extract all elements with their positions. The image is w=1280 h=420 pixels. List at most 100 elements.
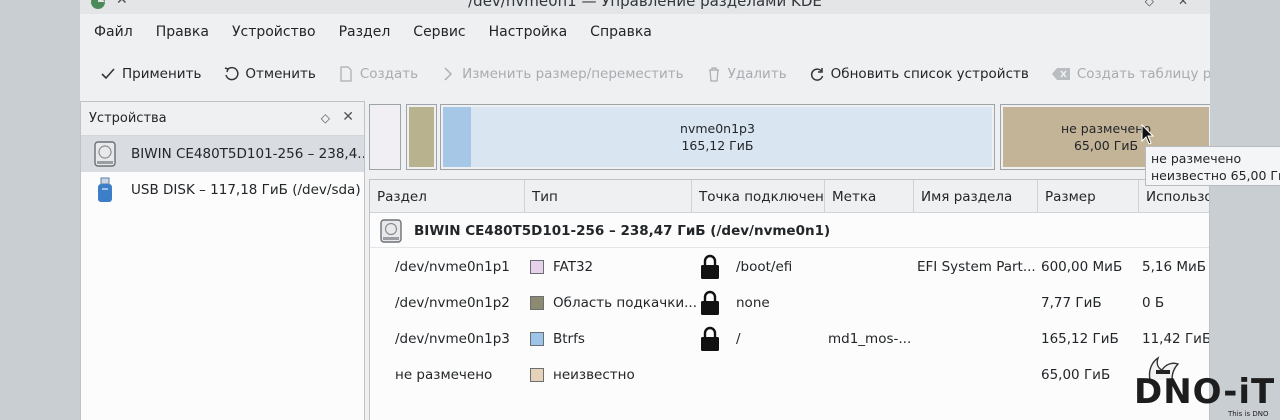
disk-label: BIWIN CE480T5D101-256 – 238,47 ГиБ (/dev… — [414, 222, 831, 239]
partition-type: Btrfs — [530, 321, 585, 357]
partition-type-label: неизвестно — [553, 367, 635, 383]
column-header-partition[interactable]: Раздел — [370, 180, 525, 213]
tooltip-line-1: не размечено — [1151, 151, 1242, 166]
device-item-biwin[interactable]: BIWIN CE480T5D101-256 – 238,4... — [81, 136, 364, 172]
partition-block-size: 65,00 ГиБ — [1073, 138, 1139, 153]
partition-name — [917, 321, 1035, 357]
refresh-icon — [810, 68, 823, 81]
watermark-logo: DNO-iT This is DNO — [1128, 352, 1278, 420]
delete-button[interactable]: Удалить — [706, 66, 787, 82]
resize-move-button[interactable]: Изменить размер/переместить — [440, 66, 684, 82]
partition-size: 165,12 ГиБ — [1041, 331, 1119, 347]
table-row[interactable]: /dev/nvme0n1p2 Область подкачки... none … — [370, 285, 1209, 321]
close-panel-icon[interactable]: ✕ — [342, 109, 354, 125]
disk-row[interactable]: BIWIN CE480T5D101-256 – 238,47 ГиБ (/dev… — [370, 214, 1209, 248]
trash-icon — [708, 67, 719, 82]
partition-used-fill — [443, 107, 471, 167]
tooltip-line-2: неизвестно 65,00 ГиБ — [1151, 168, 1280, 183]
clear-table-icon — [1051, 68, 1070, 80]
partition-block-size: 165,12 ГиБ — [681, 138, 754, 153]
apply-button[interactable]: Применить — [100, 66, 201, 82]
table-row[interactable]: /dev/nvme0n1p3 Btrfs / md1_mos-... 165,1… — [370, 321, 1209, 357]
partition-type-label: Btrfs — [553, 331, 585, 347]
partition-size: 600,00 МиБ — [1041, 259, 1123, 275]
menu-edit[interactable]: Правка — [156, 24, 209, 40]
refresh-devices-label: Обновить список устройств — [830, 66, 1029, 82]
partition-path: /dev/nvme0n1p3 — [395, 331, 510, 347]
toolbar: Применить Отменить Создать Изменить разм… — [80, 58, 1210, 90]
partition-size: 7,77 ГиБ — [1041, 295, 1102, 311]
delete-label: Удалить — [727, 66, 787, 82]
partition-type: FAT32 — [530, 249, 593, 285]
partition-used: 0 Б — [1142, 295, 1165, 311]
partition-type-label: Область подкачки... — [553, 295, 698, 311]
table-row[interactable]: /dev/nvme0n1p1 FAT32 /boot/efi EFI Syste… — [370, 249, 1209, 285]
fs-color-swatch — [530, 368, 544, 382]
table-header: Раздел Тип Точка подключения Метка Имя р… — [370, 180, 1209, 213]
undo-button[interactable]: Отменить — [223, 66, 316, 82]
partition-name — [917, 285, 1035, 321]
partition-table: Раздел Тип Точка подключения Метка Имя р… — [369, 179, 1210, 420]
partition-block-efi[interactable] — [369, 104, 401, 170]
fs-color-swatch — [530, 260, 544, 274]
menu-settings[interactable]: Настройка — [489, 24, 568, 40]
table-row[interactable]: не размечено неизвестно 65,00 ГиБ — [370, 357, 1209, 393]
partition-path: не размечено — [395, 367, 493, 383]
menu-device[interactable]: Устройство — [232, 24, 316, 40]
partition-block-fill — [372, 107, 398, 167]
partition-manager-window: ✕ /dev/nvme0n1 — Управление разделами KD… — [80, 0, 1210, 420]
create-label: Создать — [359, 66, 419, 82]
partition-size: 65,00 ГиБ — [1041, 367, 1111, 383]
partition-block-name: не размечено — [1060, 121, 1152, 136]
menu-partition[interactable]: Раздел — [339, 24, 391, 40]
float-panel-icon[interactable]: ◇ — [321, 111, 330, 125]
new-document-icon — [340, 66, 352, 82]
partition-block-swap[interactable] — [406, 104, 437, 170]
menu-help[interactable]: Справка — [590, 24, 652, 40]
column-header-type[interactable]: Тип — [525, 180, 692, 213]
partition-graph: nvme0n1p3 165,12 ГиБ не размечено 65,00 … — [369, 104, 1210, 170]
undo-label: Отменить — [245, 66, 316, 82]
partition-path: /dev/nvme0n1p1 — [395, 259, 510, 275]
create-button[interactable]: Создать — [338, 66, 418, 82]
menu-bar: Файл Правка Устройство Раздел Сервис Нас… — [80, 18, 1210, 46]
lock-icon — [700, 321, 720, 357]
partition-type: неизвестно — [530, 357, 635, 393]
refresh-devices-button[interactable]: Обновить список устройств — [809, 66, 1029, 82]
partition-block-nvme0n1p3[interactable]: nvme0n1p3 165,12 ГиБ — [440, 104, 995, 170]
resize-move-label: Изменить размер/переместить — [462, 66, 684, 82]
close-window-icon[interactable]: ✕ — [1178, 0, 1188, 8]
mount-point: /boot/efi — [736, 259, 793, 275]
device-item-usb[interactable]: USB DISK – 117,18 ГиБ (/dev/sda) — [81, 172, 364, 208]
partition-block-name: nvme0n1p3 — [680, 121, 755, 136]
minimize-icon[interactable]: ◇ — [1145, 0, 1154, 8]
mouse-cursor-icon — [1141, 124, 1155, 145]
partition-tooltip: не размечено неизвестно 65,00 ГиБ — [1145, 146, 1280, 186]
column-header-mount-point[interactable]: Точка подключения — [692, 180, 825, 213]
create-partition-table-label: Создать таблицу разделов — [1076, 66, 1210, 82]
devices-panel-title: Устройства — [89, 111, 167, 126]
column-header-partition-name[interactable]: Имя раздела — [914, 180, 1038, 213]
device-item-label: USB DISK – 117,18 ГиБ (/dev/sda) — [131, 182, 361, 198]
partition-type: Область подкачки... — [530, 285, 697, 321]
undo-icon — [225, 66, 239, 81]
partition-used: 5,16 МиБ — [1142, 259, 1207, 275]
hdd-icon — [380, 218, 402, 243]
window-title: /dev/nvme0n1 — Управление разделами KDE — [468, 0, 822, 10]
devices-panel: Устройства ◇ ✕ BIWIN CE480T5D101-256 – 2… — [80, 101, 365, 420]
chevron-right-icon — [444, 67, 453, 81]
create-partition-table-button[interactable]: Создать таблицу разделов — [1051, 66, 1210, 82]
lock-icon — [700, 285, 720, 321]
hdd-icon — [94, 141, 116, 167]
mount-point: / — [736, 331, 741, 347]
watermark-text: DNO-iT — [1134, 372, 1276, 412]
menu-tools[interactable]: Сервис — [413, 24, 465, 40]
column-header-label[interactable]: Метка — [825, 180, 914, 213]
column-header-size[interactable]: Размер — [1038, 180, 1139, 213]
watermark-subtitle: This is DNO — [1228, 410, 1269, 418]
fs-color-swatch — [530, 296, 544, 310]
menu-file[interactable]: Файл — [94, 24, 133, 40]
lock-icon — [700, 249, 720, 285]
checkmark-icon — [101, 68, 115, 80]
partition-type-label: FAT32 — [553, 259, 594, 275]
